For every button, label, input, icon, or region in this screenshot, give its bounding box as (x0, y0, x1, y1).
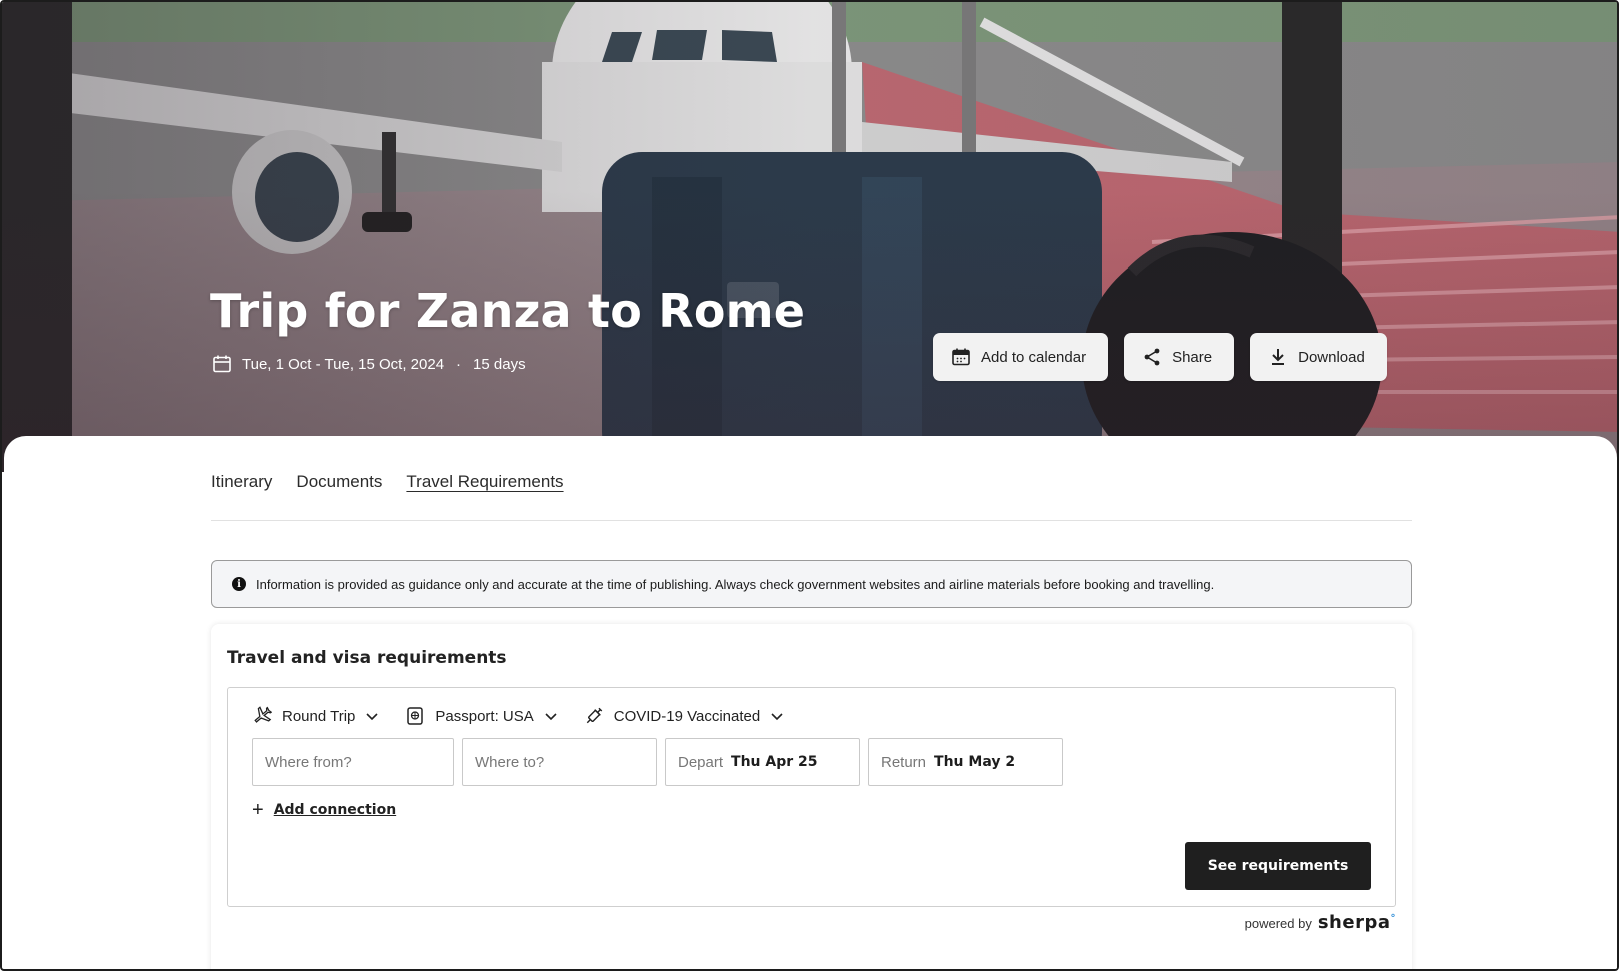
calendar-icon (213, 355, 231, 373)
passport-value: Passport: USA (435, 707, 534, 725)
share-icon (1144, 348, 1160, 366)
trip-type-value: Round Trip (282, 707, 356, 725)
syringe-icon (586, 707, 603, 724)
see-requirements-button[interactable]: See requirements (1185, 842, 1371, 890)
sherpa-logo-mark: ° (1390, 913, 1396, 924)
origin-field[interactable]: Where from? (252, 738, 454, 786)
trip-type-select[interactable]: Round Trip (252, 706, 379, 726)
origin-placeholder: Where from? (265, 753, 352, 771)
vaccination-value: COVID-19 Vaccinated (613, 707, 761, 725)
sherpa-logo[interactable]: sherpa° (1318, 912, 1396, 933)
plus-icon: + (252, 799, 264, 821)
hero-overlay (2, 2, 1617, 472)
destination-field[interactable]: Where to? (462, 738, 657, 786)
tab-itinerary[interactable]: Itinerary (211, 472, 272, 492)
trip-dates: Tue, 1 Oct - Tue, 15 Oct, 2024 (242, 355, 445, 373)
trip-dates-row: Tue, 1 Oct - Tue, 15 Oct, 2024 · 15 days (212, 354, 526, 374)
add-to-calendar-button[interactable]: Add to calendar (933, 333, 1109, 381)
requirements-filters: Round Trip Passport: USA COVID-19 Vaccin… (252, 706, 790, 726)
dates-separator: · (456, 355, 462, 373)
tab-travel-requirements[interactable]: Travel Requirements (406, 472, 563, 492)
chevron-down-icon (366, 713, 378, 721)
requirements-title: Travel and visa requirements (227, 648, 507, 668)
destination-placeholder: Where to? (475, 753, 545, 771)
return-value: Thu May 2 (934, 754, 1016, 770)
add-connection-label: Add connection (273, 802, 397, 818)
page-frame: Trip for Zanza to Rome Tue, 1 Oct - Tue,… (0, 0, 1619, 971)
requirements-form: Round Trip Passport: USA COVID-19 Vaccin… (227, 687, 1396, 907)
trip-content: Itinerary Documents Travel Requirements … (4, 436, 1617, 969)
depart-date-field[interactable]: Depart Thu Apr 25 (665, 738, 860, 786)
passport-icon (407, 707, 424, 725)
download-icon (1272, 349, 1285, 365)
route-fields: Where from? Where to? Depart Thu Apr 25 … (252, 738, 1063, 786)
airplane-icon (254, 706, 272, 723)
trip-tabs: Itinerary Documents Travel Requirements (211, 472, 564, 492)
return-label: Return (881, 753, 927, 771)
tab-documents[interactable]: Documents (296, 472, 382, 492)
chevron-down-icon (545, 713, 557, 721)
guidance-notice: i Information is provided as guidance on… (211, 560, 1412, 608)
powered-by-label: powered by (1244, 916, 1312, 931)
depart-label: Depart (678, 753, 724, 771)
passport-select[interactable]: Passport: USA (405, 706, 557, 726)
depart-value: Thu Apr 25 (731, 754, 818, 770)
download-button[interactable]: Download (1250, 333, 1387, 381)
share-label: Share (1172, 348, 1213, 366)
requirements-card: Travel and visa requirements Round Trip (211, 624, 1412, 969)
return-date-field[interactable]: Return Thu May 2 (868, 738, 1063, 786)
add-connection-link[interactable]: + Add connection (252, 800, 396, 820)
share-button[interactable]: Share (1124, 333, 1235, 381)
calendar-icon (952, 348, 970, 366)
trip-title: Trip for Zanza to Rome (210, 284, 806, 338)
download-label: Download (1298, 348, 1365, 366)
info-icon: i (232, 577, 246, 591)
tabs-divider (211, 520, 1412, 521)
trip-actions: Add to calendar Share Download (933, 333, 1387, 381)
sherpa-logo-text: sherpa (1317, 912, 1391, 933)
guidance-notice-text: Information is provided as guidance only… (256, 576, 1215, 592)
add-to-calendar-label: Add to calendar (981, 348, 1087, 366)
powered-by: powered by sherpa° (1245, 912, 1396, 933)
trip-duration: 15 days (473, 355, 526, 373)
chevron-down-icon (771, 713, 783, 721)
vaccination-select[interactable]: COVID-19 Vaccinated (584, 706, 784, 726)
hero-banner: Trip for Zanza to Rome Tue, 1 Oct - Tue,… (2, 2, 1617, 472)
